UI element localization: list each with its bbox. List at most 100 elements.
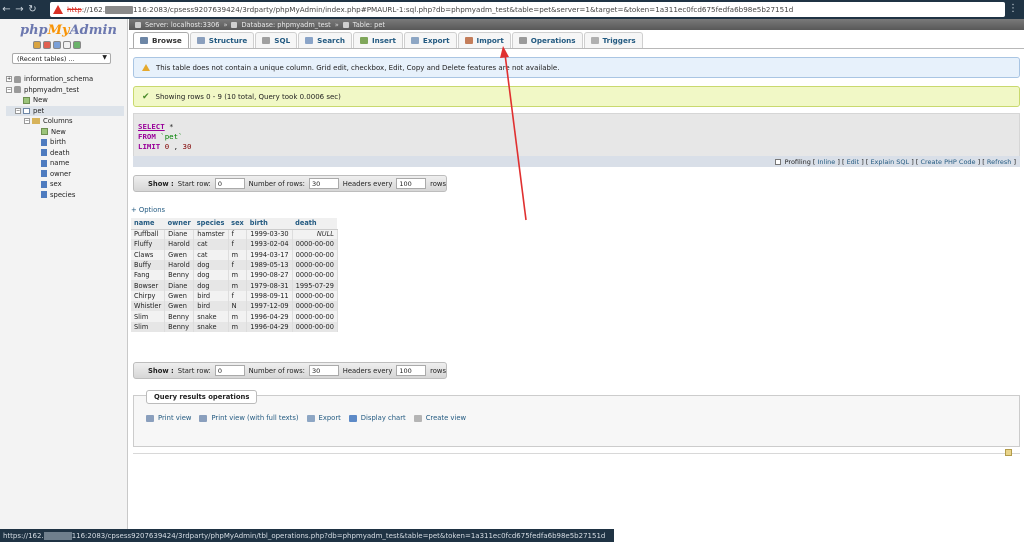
console-icon[interactable] <box>1005 449 1012 456</box>
forward-arrow-icon[interactable]: → <box>13 4 26 15</box>
table-cell-birth: 1996-04-29 <box>246 311 293 322</box>
table-row: Slim Benny snake m 1996-04-29 0000-00-00 <box>131 311 338 322</box>
help-icon[interactable] <box>53 41 61 49</box>
tree-item-label: pet <box>33 106 45 115</box>
tab-import[interactable]: Import <box>457 32 511 48</box>
profiling-checkbox[interactable] <box>774 158 781 165</box>
table-cell-sex: m <box>228 311 248 322</box>
tab-operations[interactable]: Operations <box>511 32 583 48</box>
number-of-rows-input[interactable]: 30 <box>308 178 339 189</box>
bracket: [ <box>839 157 847 166</box>
table-cell-owner: Benny <box>164 321 195 332</box>
tab-label: Browse <box>152 36 182 45</box>
logout-icon[interactable] <box>43 41 51 49</box>
settings-icon[interactable] <box>73 41 81 49</box>
collapse-icon[interactable]: − <box>24 118 30 125</box>
tree-item-name[interactable]: name <box>6 158 124 169</box>
tree-item-death[interactable]: death <box>6 148 124 159</box>
breadcrumb-database[interactable]: Database: phpmyadm_test <box>241 21 330 29</box>
tree-item-new[interactable]: New <box>6 95 124 106</box>
print-icon <box>146 414 154 422</box>
tree-item-label: Columns <box>43 117 73 126</box>
table-cell-species: snake <box>193 321 229 332</box>
nav-icon-row <box>33 41 81 49</box>
query-results-operations: Query results operations Print view Print… <box>133 390 1020 447</box>
back-arrow-icon[interactable]: ← <box>0 4 13 15</box>
column-icon <box>41 191 47 199</box>
table-cell-species: bird <box>193 301 229 312</box>
tree-item-information-schema[interactable]: + information_schema <box>6 74 124 85</box>
reload-icon[interactable]: ↻ <box>26 4 39 15</box>
headers-every-input[interactable]: 100 <box>396 365 427 376</box>
show-button[interactable]: Show : <box>148 367 174 375</box>
link-create-view[interactable]: Create view <box>413 414 466 422</box>
start-row-input[interactable]: 0 <box>214 365 245 376</box>
table-cell-birth: 1998-09-11 <box>246 290 293 302</box>
column-header-death[interactable]: death <box>292 218 338 230</box>
column-header-sex[interactable]: sex <box>228 218 247 230</box>
link-explain-sql[interactable]: Explain SQL <box>870 158 909 166</box>
tree-item-birth[interactable]: birth <box>6 137 124 148</box>
tab-browse[interactable]: Browse <box>133 32 189 48</box>
link-create-php-code[interactable]: Create PHP Code <box>920 158 975 166</box>
tree-item-species[interactable]: species <box>6 190 124 201</box>
tab-search[interactable]: Search <box>298 32 352 48</box>
tree-item-columns[interactable]: − Columns <box>6 116 124 127</box>
link-refresh[interactable]: Refresh <box>987 158 1012 166</box>
tab-label: Export <box>422 36 450 45</box>
breadcrumb-table[interactable]: Table: pet <box>353 21 385 29</box>
column-header-owner[interactable]: owner <box>164 218 194 230</box>
query-results-operations-links: Print view Print view (with full texts) Ex… <box>146 414 466 422</box>
tab-sql[interactable]: SQL <box>255 32 298 48</box>
rows-suffix: rows <box>430 366 447 375</box>
tree-item-new[interactable]: New <box>6 127 124 138</box>
profiling-links: [ Inline ] [ Edit ] [ Explain SQL ] [ Cr… <box>813 158 1016 166</box>
table-cell-death: 0000-00-00 <box>292 311 338 322</box>
bracket: ] <box>1011 157 1016 166</box>
link-print-view[interactable]: Print view <box>146 414 191 422</box>
address-bar[interactable]: http://162. 116:2083/cpsess9207639424/3rd… <box>50 2 1005 17</box>
recent-tables-select[interactable]: (Recent tables) ... ▼ <box>12 53 111 64</box>
column-header-birth[interactable]: birth <box>246 218 293 230</box>
number-of-rows-input[interactable]: 30 <box>308 365 339 376</box>
expand-icon[interactable]: + <box>6 76 12 83</box>
documentation-icon[interactable] <box>63 41 71 49</box>
browser-toolbar: ← → ↻ http://162. 116:2083/cpsess92076394… <box>0 0 1024 19</box>
column-header-species[interactable]: species <box>193 218 229 230</box>
table-cell-species: hamster <box>193 229 229 240</box>
table-cell-species: dog <box>193 270 229 281</box>
headers-every-input[interactable]: 100 <box>396 178 427 189</box>
show-button[interactable]: Show : <box>148 180 174 188</box>
tree-item-pet[interactable]: − pet <box>6 105 124 116</box>
sql-query-display[interactable]: SELECT * FROM `pet` LIMIT 0 , 30 <box>133 113 1020 159</box>
breadcrumb-server[interactable]: Server: localhost:3306 <box>145 21 219 29</box>
link-inline[interactable]: Inline <box>818 158 836 166</box>
tree-item-label: phpmyadm_test <box>24 85 80 94</box>
link-display-chart[interactable]: Display chart <box>348 414 406 422</box>
table-cell-birth: 1994-03-17 <box>246 249 293 260</box>
tree-item-owner[interactable]: owner <box>6 169 124 180</box>
link-edit[interactable]: Edit <box>847 158 860 166</box>
tab-insert[interactable]: Insert <box>352 32 403 48</box>
tree-item-sex[interactable]: sex <box>6 179 124 190</box>
collapse-icon[interactable]: − <box>6 86 12 93</box>
query-success-message: ✔ Showing rows 0 - 9 (10 total, Query to… <box>133 86 1020 107</box>
link-export[interactable]: Export <box>306 414 341 422</box>
link-print-view-with-full-texts[interactable]: Print view (with full texts) <box>199 414 299 422</box>
number-of-rows-label: Number of rows: <box>248 179 305 188</box>
tab-structure[interactable]: Structure <box>189 32 255 48</box>
tab-triggers[interactable]: Triggers <box>583 32 643 48</box>
phpmyadmin-logo[interactable]: phpMyAdmin <box>20 23 117 38</box>
breadcrumb-separator: » <box>334 20 339 29</box>
table-cell-sex: f <box>228 259 248 271</box>
browser-menu-icon[interactable]: ⋮ <box>1008 3 1018 14</box>
home-icon[interactable] <box>33 41 41 49</box>
tab-label: Insert <box>371 36 396 45</box>
column-icon <box>41 138 47 146</box>
start-row-input[interactable]: 0 <box>214 178 245 189</box>
options-link[interactable]: + Options <box>131 206 165 214</box>
tab-export[interactable]: Export <box>403 32 457 48</box>
column-header-name[interactable]: name <box>131 218 165 230</box>
tree-item-phpmyadm-test[interactable]: − phpmyadm_test <box>6 85 124 96</box>
collapse-icon[interactable]: − <box>15 107 21 114</box>
